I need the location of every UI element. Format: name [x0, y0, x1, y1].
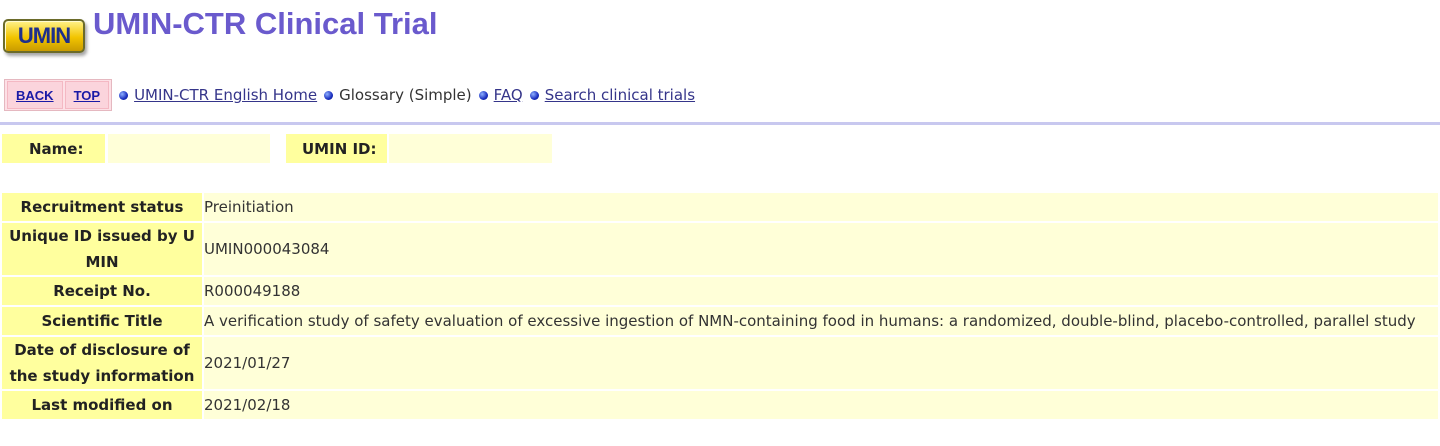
unique-id-value: UMIN000043084 [204, 223, 1438, 275]
nav-button-group: BACK TOP [4, 79, 113, 111]
glossary-text: Glossary (Simple) [339, 86, 472, 104]
last-modified-value: 2021/02/18 [204, 391, 1438, 419]
disclosure-date-value: 2021/01/27 [204, 337, 1438, 389]
table-row: Recruitment status Preinitiation [2, 193, 1438, 221]
blue-bullet-icon [324, 90, 334, 100]
back-button[interactable]: BACK [7, 81, 63, 109]
header-divider [0, 122, 1440, 125]
recruitment-status-label: Recruitment status [2, 193, 204, 221]
nav-item-search: Search clinical trials [529, 86, 695, 104]
table-row: Last modified on 2021/02/18 [2, 391, 1438, 419]
scientific-title-value: A verification study of safety evaluatio… [204, 307, 1438, 335]
trial-info-table: Recruitment status Preinitiation Unique … [2, 191, 1438, 421]
umin-id-value [389, 134, 552, 163]
receipt-no-label: Receipt No. [2, 277, 204, 305]
blue-bullet-icon [529, 90, 539, 100]
umin-logo[interactable]: UMIN [3, 19, 85, 53]
name-label: Name: [2, 134, 105, 163]
search-trials-link[interactable]: Search clinical trials [545, 86, 695, 104]
recruitment-status-value: Preinitiation [204, 193, 1438, 221]
page-header: UMIN UMIN-CTR Clinical Trial [0, 0, 1440, 70]
faq-link[interactable]: FAQ [494, 86, 523, 104]
nav-links: UMIN-CTR English Home Glossary (Simple) … [119, 86, 702, 104]
blue-bullet-icon [119, 90, 129, 100]
disclosure-date-label: Date of disclosure of the study informat… [2, 337, 204, 389]
unique-id-label: Unique ID issued by UMIN [2, 223, 204, 275]
receipt-no-value: R000049188 [204, 277, 1438, 305]
umin-logo-text: UMIN [17, 23, 71, 48]
page-title: UMIN-CTR Clinical Trial [93, 6, 438, 41]
last-modified-label: Last modified on [2, 391, 204, 419]
name-value [108, 134, 270, 163]
table-row: Unique ID issued by UMIN UMIN000043084 [2, 223, 1438, 275]
umin-id-label: UMIN ID: [286, 134, 387, 163]
nav-item-faq: FAQ [478, 86, 523, 104]
name-id-row: Name: UMIN ID: [2, 134, 552, 163]
table-row: Scientific Title A verification study of… [2, 307, 1438, 335]
nav-item-glossary: Glossary (Simple) [324, 86, 472, 104]
top-button[interactable]: TOP [64, 81, 110, 109]
table-row: Receipt No. R000049188 [2, 277, 1438, 305]
blue-bullet-icon [478, 90, 488, 100]
scientific-title-label: Scientific Title [2, 307, 204, 335]
table-row: Date of disclosure of the study informat… [2, 337, 1438, 389]
nav-item-english-home: UMIN-CTR English Home [119, 86, 317, 104]
english-home-link[interactable]: UMIN-CTR English Home [134, 86, 317, 104]
nav-bar: BACK TOP UMIN-CTR English Home Glossary … [4, 79, 702, 111]
